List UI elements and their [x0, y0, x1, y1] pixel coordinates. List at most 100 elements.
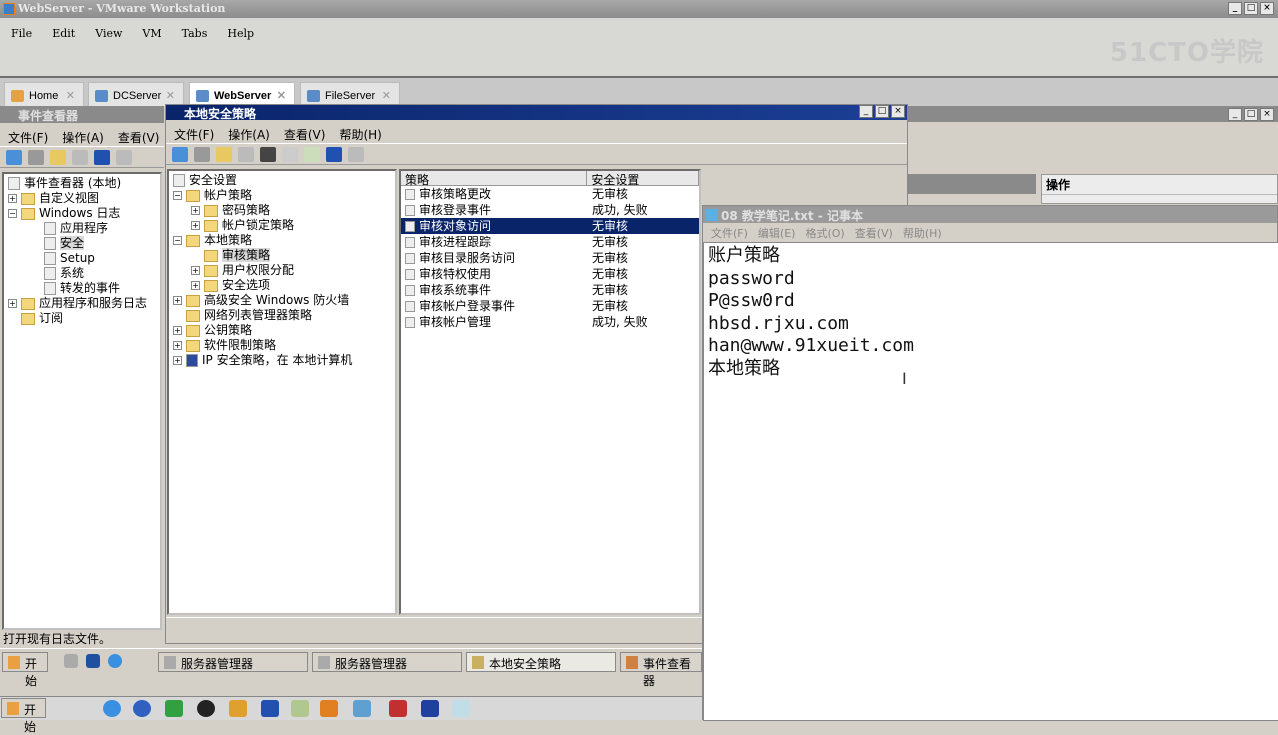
menu-edit[interactable]: Edit [52, 27, 75, 76]
menu-file[interactable]: File [11, 27, 32, 76]
action-pane-icon[interactable] [348, 147, 364, 162]
policy-row[interactable]: 审核目录服务访问 无审核 [401, 250, 699, 266]
close-button[interactable]: × [1260, 2, 1274, 15]
notes-icon[interactable] [291, 700, 309, 717]
tree-item[interactable]: + 安全选项 [173, 278, 391, 293]
tree-item[interactable]: + 软件限制策略 [173, 338, 391, 353]
host-start-button[interactable]: 开始 [1, 698, 46, 734]
expand-icon[interactable]: + [191, 266, 200, 275]
menu-help[interactable]: 帮助(H) [903, 225, 942, 242]
tree-item[interactable]: − Windows 日志 [8, 206, 156, 221]
tree-item[interactable]: + 密码策略 [173, 203, 391, 218]
forward-icon[interactable] [28, 150, 44, 165]
maximize-button[interactable]: □ [875, 105, 889, 118]
explorer-icon[interactable] [353, 700, 371, 717]
qq-icon[interactable] [197, 700, 215, 717]
collapse-icon[interactable]: − [8, 209, 17, 218]
policy-row[interactable]: 审核策略更改 无审核 [401, 186, 699, 202]
delete-icon[interactable] [260, 147, 276, 162]
ie-icon[interactable] [103, 700, 121, 717]
tree-item[interactable]: 安全 [8, 236, 156, 251]
tree-item[interactable]: 订阅 [8, 311, 156, 326]
close-button[interactable]: × [1260, 108, 1274, 121]
minimize-button[interactable]: _ [859, 105, 873, 118]
policy-row[interactable]: 审核帐户管理 成功, 失败 [401, 314, 699, 330]
close-icon[interactable]: ✕ [166, 89, 175, 102]
action-pane-icon[interactable] [116, 150, 132, 165]
tree-item[interactable]: − 本地策略 [173, 233, 391, 248]
help-icon[interactable] [94, 150, 110, 165]
ie-quicklaunch-icon[interactable] [108, 654, 122, 668]
expand-icon[interactable]: + [173, 341, 182, 350]
toolbox-icon[interactable] [389, 700, 407, 717]
tab-home[interactable]: Home ✕ [4, 82, 84, 108]
back-icon[interactable] [6, 150, 22, 165]
menu-file[interactable]: 文件(F) [8, 129, 48, 146]
menu-action[interactable]: 操作(A) [62, 129, 104, 146]
expand-icon[interactable]: + [191, 281, 200, 290]
policy-row[interactable]: 审核系统事件 无审核 [401, 282, 699, 298]
export-icon[interactable] [304, 147, 320, 162]
tree-item[interactable]: 应用程序 [8, 221, 156, 236]
menu-vm[interactable]: VM [142, 27, 161, 76]
menu-view[interactable]: 查看(V) [284, 126, 326, 143]
tree-item[interactable]: + 高级安全 Windows 防火墙 [173, 293, 391, 308]
green-ie-icon[interactable] [165, 700, 183, 717]
minimize-button[interactable]: _ [1228, 108, 1242, 121]
menu-view[interactable]: 查看(V) [855, 225, 893, 242]
notepad-icon[interactable] [452, 700, 470, 717]
policy-row[interactable]: 审核对象访问 无审核 [401, 218, 699, 234]
tree-item[interactable]: 转发的事件 [8, 281, 156, 296]
up-folder-icon[interactable] [50, 150, 66, 165]
collapse-icon[interactable]: − [173, 236, 182, 245]
maximize-button[interactable]: □ [1244, 2, 1258, 15]
expand-icon[interactable]: + [173, 326, 182, 335]
tree-item[interactable]: + IP 安全策略，在 本地计算机 [173, 353, 391, 368]
close-button[interactable]: × [891, 105, 905, 118]
policy-row[interactable]: 审核进程跟踪 无审核 [401, 234, 699, 250]
show-hide-tree-icon[interactable] [238, 147, 254, 162]
menu-action[interactable]: 操作(A) [228, 126, 270, 143]
menu-help[interactable]: 帮助(H) [339, 126, 381, 143]
forward-icon[interactable] [194, 147, 210, 162]
taskbar-button-server-manager-2[interactable]: 服务器管理器 [312, 652, 462, 672]
tree-item[interactable]: 安全设置 [173, 173, 391, 188]
collapse-icon[interactable]: − [173, 191, 182, 200]
browser-icon[interactable] [133, 700, 151, 717]
tree-item[interactable]: − 帐户策略 [173, 188, 391, 203]
properties-icon[interactable] [282, 147, 298, 162]
tree-item[interactable]: Setup [8, 251, 156, 266]
vmware-icon[interactable] [320, 700, 338, 717]
up-folder-icon[interactable] [216, 147, 232, 162]
taskbar-button-event-viewer[interactable]: 事件查看器 [620, 652, 702, 688]
taskbar-button-server-manager[interactable]: 服务器管理器 [158, 652, 308, 672]
menu-edit[interactable]: 编辑(E) [758, 225, 796, 242]
maximize-button[interactable]: □ [1244, 108, 1258, 121]
notepad-text-area[interactable]: 账户策略 password P@ssw0rd hbsd.rjxu.com han@www… [703, 242, 1278, 721]
expand-icon[interactable]: + [173, 356, 182, 365]
close-icon[interactable]: ✕ [277, 89, 286, 102]
menu-view[interactable]: 查看(V) [118, 129, 160, 146]
close-icon[interactable]: ✕ [382, 89, 391, 102]
minimize-button[interactable]: _ [1228, 2, 1242, 15]
tree-item[interactable]: + 公钥策略 [173, 323, 391, 338]
tree-item[interactable]: + 帐户锁定策略 [173, 218, 391, 233]
menu-file[interactable]: 文件(F) [174, 126, 214, 143]
back-icon[interactable] [172, 147, 188, 162]
menu-tabs[interactable]: Tabs [182, 27, 208, 76]
tree-item[interactable]: 系统 [8, 266, 156, 281]
menu-help[interactable]: Help [227, 27, 254, 76]
column-header-policy[interactable]: 策略 [401, 171, 588, 187]
policy-row[interactable]: 审核登录事件 成功, 失败 [401, 202, 699, 218]
tree-item-selected[interactable]: 审核策略 [173, 248, 391, 263]
tree-item[interactable]: 事件查看器 (本地) [8, 176, 156, 191]
close-icon[interactable]: ✕ [66, 89, 75, 102]
taskbar-button-local-security-policy[interactable]: 本地安全策略 [466, 652, 616, 672]
guest-start-button[interactable]: 开始 [2, 652, 48, 688]
expand-icon[interactable]: + [191, 221, 200, 230]
video-icon[interactable] [261, 700, 279, 717]
help-icon[interactable] [326, 147, 342, 162]
menu-view[interactable]: View [95, 27, 122, 76]
column-header-setting[interactable]: 安全设置 [587, 171, 699, 187]
tree-item[interactable]: 网络列表管理器策略 [173, 308, 391, 323]
